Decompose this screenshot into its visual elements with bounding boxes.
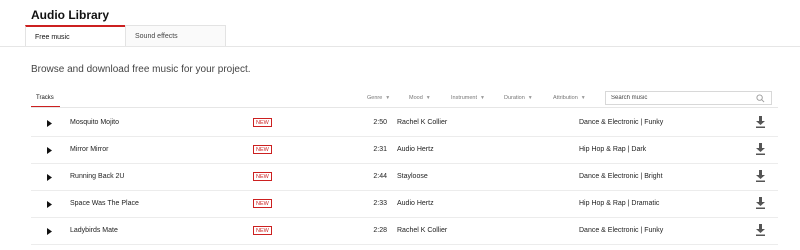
new-badge: NEW [253,199,272,208]
new-badge: NEW [253,172,272,181]
instrument-filter[interactable]: Instrument ▼ [451,95,485,101]
caret-down-icon: ▼ [527,95,533,101]
play-icon[interactable] [46,174,53,181]
tabs-divider [0,46,800,47]
track-row[interactable]: Ladybirds Mate NEW 2:28 Rachel K Collier Dan… [31,218,778,245]
track-title: Space Was The Place [70,200,139,207]
play-icon[interactable] [46,201,53,208]
track-row[interactable]: Mosquito Mojito NEW 2:50 Rachel K Collier Da… [31,110,778,137]
track-row[interactable]: Mirror Mirror NEW 2:31 Audio Hertz Hip Hop &… [31,137,778,164]
track-duration: 2:28 [373,227,387,234]
mood-filter[interactable]: Mood ▼ [409,95,431,101]
track-duration: 2:31 [373,146,387,153]
caret-down-icon: ▼ [580,95,586,101]
instrument-filter-label: Instrument [451,95,477,101]
duration-filter[interactable]: Duration ▼ [504,95,533,101]
track-duration: 2:44 [373,173,387,180]
track-artist: Audio Hertz [397,200,434,207]
play-icon[interactable] [46,147,53,154]
track-title: Ladybirds Mate [70,227,118,234]
genre-filter[interactable]: Genre ▼ [367,95,390,101]
download-icon[interactable] [755,170,766,182]
duration-filter-label: Duration [504,95,525,101]
tab-free-music[interactable]: Free music [25,25,125,47]
new-badge: NEW [253,145,272,154]
play-icon[interactable] [46,228,53,235]
track-duration: 2:50 [373,119,387,126]
tab-sound-effects[interactable]: Sound effects [125,25,226,46]
genre-filter-label: Genre [367,95,383,101]
search-input[interactable] [611,93,751,103]
track-row[interactable]: Space Was The Place NEW 2:33 Audio Hertz Hip… [31,191,778,218]
track-title: Mirror Mirror [70,146,109,153]
tab-tracks[interactable]: Tracks [36,95,54,101]
attribution-filter[interactable]: Attribution ▼ [553,95,586,101]
mood-filter-label: Mood [409,95,423,101]
caret-down-icon: ▼ [425,95,431,101]
page-title: Audio Library [31,8,110,22]
track-genre-mood: Hip Hop & Rap | Dark [579,146,647,153]
search-icon[interactable] [756,94,765,103]
caret-down-icon: ▼ [385,95,391,101]
download-icon[interactable] [755,224,766,236]
download-icon[interactable] [755,116,766,128]
track-artist: Rachel K Collier [397,119,448,126]
track-genre-mood: Dance & Electronic | Funky [579,227,664,234]
new-badge: NEW [253,226,272,235]
caret-down-icon: ▼ [479,95,485,101]
track-genre-mood: Dance & Electronic | Funky [579,119,664,126]
track-duration: 2:33 [373,200,387,207]
toolbar-divider [31,107,778,108]
download-icon[interactable] [755,143,766,155]
track-row[interactable]: Running Back 2U NEW 2:44 Stayloose Dance & E… [31,164,778,191]
track-artist: Stayloose [397,173,428,180]
new-badge: NEW [253,118,272,127]
page-subtitle: Browse and download free music for your … [31,64,251,75]
download-icon[interactable] [755,197,766,209]
track-genre-mood: Dance & Electronic | Bright [579,173,663,180]
attribution-filter-label: Attribution [553,95,578,101]
track-artist: Rachel K Collier [397,227,448,234]
search-box[interactable] [605,91,772,105]
play-icon[interactable] [46,120,53,127]
track-genre-mood: Hip Hop & Rap | Dramatic [579,200,660,207]
track-title: Running Back 2U [70,173,125,180]
track-title: Mosquito Mojito [70,119,120,126]
track-artist: Audio Hertz [397,146,434,153]
